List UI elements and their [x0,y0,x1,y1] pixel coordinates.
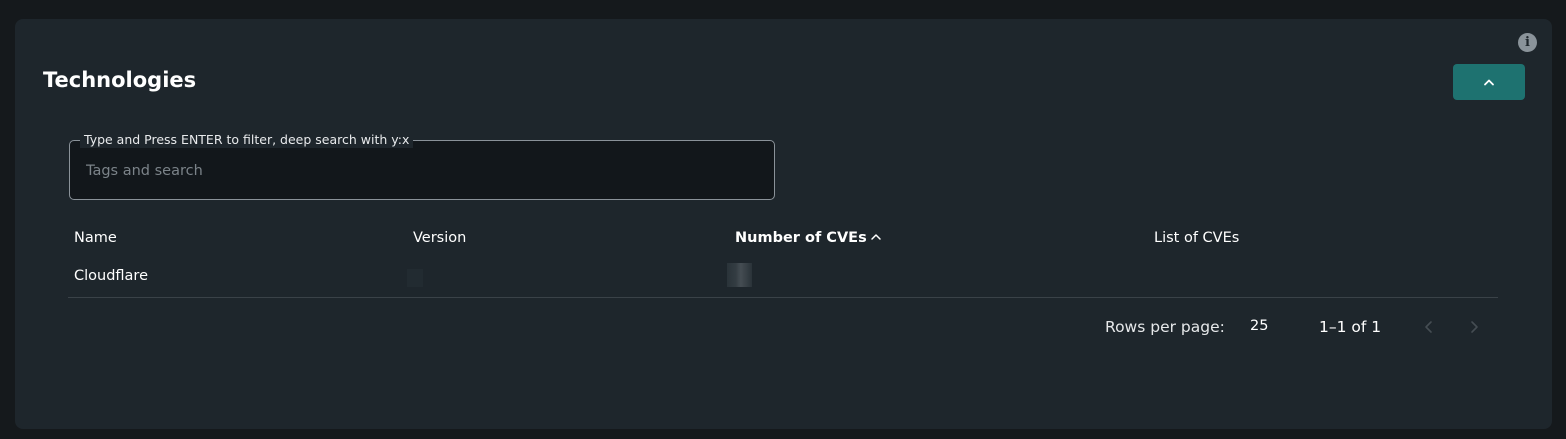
search-label: Type and Press ENTER to filter, deep sea… [80,132,414,148]
redacted-version [407,269,423,287]
column-header-cve-count[interactable]: Number of CVEs [735,229,867,247]
column-header-cve-list[interactable]: List of CVEs [1154,229,1239,247]
rows-per-page-label: Rows per page: [1105,318,1225,336]
pagination-range: 1–1 of 1 [1319,318,1382,336]
chevron-left-icon[interactable] [1422,319,1436,335]
technologies-panel [15,19,1552,429]
column-header-name[interactable]: Name [74,229,117,247]
table-row-divider [68,297,1498,298]
panel-title: Technologies [43,68,197,92]
column-header-version[interactable]: Version [413,229,466,247]
info-icon[interactable]: i [1518,33,1537,52]
search-input[interactable] [86,159,746,183]
table-cell-name: Cloudflare [74,268,149,284]
redacted-cve-count [727,263,752,287]
sort-ascending-icon[interactable] [870,232,882,242]
chevron-right-icon[interactable] [1467,319,1481,335]
chevron-up-icon [1484,79,1494,86]
rows-per-page-select[interactable]: 25 [1250,318,1268,334]
collapse-button[interactable] [1453,64,1525,100]
